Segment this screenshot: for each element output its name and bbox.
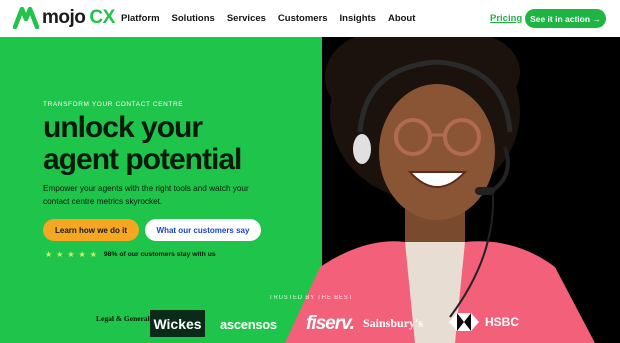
- retention-stat: 98% of our customers stay with us: [103, 251, 216, 258]
- pricing-link[interactable]: Pricing: [490, 13, 522, 24]
- logo-word: mojo: [42, 7, 86, 28]
- hsbc-wordmark: HSBC: [485, 315, 520, 329]
- customer-rating: ★ ★ ★ ★ ★ 98% of our customers stay with…: [45, 250, 216, 259]
- hero-eyebrow: TRANSFORM YOUR CONTACT CENTRE: [43, 101, 184, 108]
- nav-link-customers[interactable]: Customers: [278, 13, 328, 24]
- nav-link-services[interactable]: Services: [227, 13, 266, 24]
- star-icon: ★: [78, 250, 86, 259]
- nav-links: Platform Solutions Services Customers In…: [121, 13, 427, 24]
- client-logos: Legal & General Wickes ascensos fiserv. …: [0, 307, 620, 343]
- hsbc-hexagon-icon: [449, 313, 479, 331]
- top-navigation: mojo CX Platform Solutions Services Cust…: [0, 0, 620, 37]
- star-icon: ★: [56, 250, 64, 259]
- trusted-label: TRUSTED BY THE BEST: [269, 295, 353, 301]
- logo-suffix: CX: [89, 7, 115, 28]
- wickes-logo: Wickes: [150, 310, 205, 337]
- fiserv-logo: fiserv.: [306, 313, 355, 334]
- nav-link-solutions[interactable]: Solutions: [172, 13, 215, 24]
- learn-how-button[interactable]: Learn how we do it: [43, 219, 139, 241]
- star-icon: ★: [45, 250, 53, 259]
- nav-link-insights[interactable]: Insights: [340, 13, 376, 24]
- hero-section: TRANSFORM YOUR CONTACT CENTRE unlock you…: [0, 37, 620, 343]
- customer-stories-button[interactable]: What our customers say: [145, 219, 261, 241]
- nav-link-platform[interactable]: Platform: [121, 13, 160, 24]
- nav-link-about[interactable]: About: [388, 13, 415, 24]
- star-icon: ★: [89, 250, 97, 259]
- sainsburys-logo: Sainsbury's: [363, 316, 424, 330]
- mojo-logo-icon: [13, 7, 39, 29]
- mojo-cx-logo[interactable]: mojo CX: [13, 7, 115, 29]
- see-it-in-action-button[interactable]: See it in action →: [525, 9, 606, 28]
- hero-subtext: Empower your agents with the right tools…: [43, 184, 249, 206]
- hsbc-logo: HSBC: [449, 313, 519, 331]
- legal-general-logo: Legal & General: [96, 314, 150, 323]
- ascensos-logo: ascensos: [220, 317, 277, 332]
- hero-headline: unlock your agent potential: [43, 111, 242, 176]
- star-icon: ★: [67, 250, 75, 259]
